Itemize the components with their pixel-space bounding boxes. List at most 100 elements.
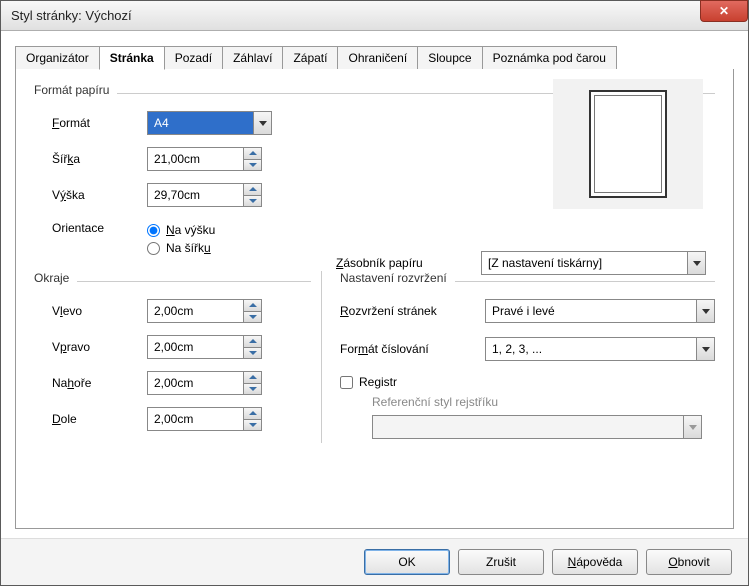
group-label-margins: Okraje [34, 271, 69, 285]
spin-right-value: 2,00cm [154, 340, 243, 354]
content-area: Organizátor Stránka Pozadí Záhlaví Zápat… [1, 31, 748, 538]
label-numbering: Formát číslování [340, 342, 485, 356]
spin-right[interactable]: 2,00cm [147, 335, 262, 359]
margins-column: Okraje Vlevo 2,00cm Vpravo 2,00cm [34, 271, 311, 443]
spin-width-value: 21,00cm [154, 152, 243, 166]
spin-left-up[interactable] [244, 300, 261, 311]
combo-format-value: A4 [148, 112, 253, 134]
titlebar: Styl stránky: Výchozí ✕ [1, 1, 748, 31]
spin-top-value: 2,00cm [154, 376, 243, 390]
tab-organizator[interactable]: Organizátor [15, 46, 100, 69]
combo-numbering[interactable]: 1, 2, 3, ... [485, 337, 715, 361]
label-bottom: Dole [52, 412, 147, 426]
checkbox-register[interactable] [340, 376, 353, 389]
label-pagelayout: Rozvržení stránek [340, 304, 485, 318]
chevron-up-icon [249, 151, 257, 155]
tab-strip: Organizátor Stránka Pozadí Záhlaví Zápat… [15, 46, 734, 70]
tab-sloupce[interactable]: Sloupce [417, 46, 482, 69]
spin-bottom-down[interactable] [244, 419, 261, 431]
chevron-up-icon [249, 303, 257, 307]
label-left: Vlevo [52, 304, 147, 318]
window-title: Styl stránky: Výchozí [11, 8, 132, 23]
combo-pagelayout-value: Pravé i levé [486, 300, 696, 322]
help-button[interactable]: Nápověda [552, 549, 638, 575]
chevron-down-icon [702, 309, 710, 314]
combo-tray-button[interactable] [687, 252, 705, 274]
orientation-group: Na výšku Na šířku [147, 219, 215, 259]
tab-poznamka[interactable]: Poznámka pod čarou [482, 46, 617, 69]
chevron-up-icon [249, 411, 257, 415]
spin-width-down[interactable] [244, 159, 261, 171]
spin-left[interactable]: 2,00cm [147, 299, 262, 323]
chevron-up-icon [249, 375, 257, 379]
ok-button[interactable]: OK [364, 549, 450, 575]
radio-landscape[interactable] [147, 242, 160, 255]
combo-format[interactable]: A4 [147, 111, 272, 135]
spin-height-down[interactable] [244, 195, 261, 207]
tab-ohraniceni[interactable]: Ohraničení [337, 46, 418, 69]
spin-right-up[interactable] [244, 336, 261, 347]
spin-height-value: 29,70cm [154, 188, 243, 202]
spin-height-up[interactable] [244, 184, 261, 195]
label-landscape: Na šířku [166, 241, 211, 255]
layout-column: Nastavení rozvržení Rozvržení stránek Pr… [321, 271, 715, 443]
label-height: Výška [52, 188, 147, 202]
combo-pagelayout-button[interactable] [696, 300, 714, 322]
combo-tray[interactable]: [Z nastavení tiskárny] [481, 251, 706, 275]
page-preview [553, 79, 703, 209]
spin-left-down[interactable] [244, 311, 261, 323]
spin-top-down[interactable] [244, 383, 261, 395]
combo-refstyle [372, 415, 702, 439]
button-bar: OK Zrušit Nápověda Obnovit [1, 538, 748, 585]
chevron-down-icon [259, 121, 267, 126]
spin-top-up[interactable] [244, 372, 261, 383]
group-label-layout: Nastavení rozvržení [340, 271, 447, 285]
spin-height[interactable]: 29,70cm [147, 183, 262, 207]
group-label-paper: Formát papíru [34, 83, 109, 97]
group-rule [455, 281, 715, 282]
chevron-down-icon [249, 163, 257, 167]
spin-right-down[interactable] [244, 347, 261, 359]
label-tray: Zásobník papíru [336, 256, 481, 270]
chevron-down-icon [249, 351, 257, 355]
label-format: Formát [52, 116, 147, 130]
label-refstyle: Referenční styl rejstříku [372, 395, 715, 409]
combo-pagelayout[interactable]: Pravé i levé [485, 299, 715, 323]
spin-top[interactable]: 2,00cm [147, 371, 262, 395]
spin-bottom-value: 2,00cm [154, 412, 243, 426]
close-button[interactable]: ✕ [700, 0, 748, 22]
combo-numbering-value: 1, 2, 3, ... [486, 338, 696, 360]
combo-format-button[interactable] [253, 112, 271, 134]
chevron-down-icon [693, 261, 701, 266]
chevron-up-icon [249, 187, 257, 191]
label-portrait: Na výšku [166, 223, 215, 237]
chevron-down-icon [249, 387, 257, 391]
cancel-button[interactable]: Zrušit [458, 549, 544, 575]
chevron-up-icon [249, 339, 257, 343]
tab-zapati[interactable]: Zápatí [282, 46, 338, 69]
group-margins: Okraje [34, 271, 311, 291]
spin-width-up[interactable] [244, 148, 261, 159]
tab-pozadi[interactable]: Pozadí [164, 46, 223, 69]
tab-stranka[interactable]: Stránka [99, 46, 165, 70]
chevron-down-icon [249, 315, 257, 319]
tab-panel: Formát papíru Formát A4 Šířka 21,00cm [15, 69, 734, 529]
reset-button[interactable]: Obnovit [646, 549, 732, 575]
spin-bottom[interactable]: 2,00cm [147, 407, 262, 431]
spin-bottom-up[interactable] [244, 408, 261, 419]
combo-refstyle-button [683, 416, 701, 438]
dialog-window: Styl stránky: Výchozí ✕ Organizátor Strá… [0, 0, 749, 586]
tab-zahlavi[interactable]: Záhlaví [222, 46, 283, 69]
radio-portrait[interactable] [147, 224, 160, 237]
chevron-down-icon [689, 425, 697, 430]
label-register: Registr [359, 375, 397, 389]
combo-numbering-button[interactable] [696, 338, 714, 360]
combo-refstyle-value [373, 416, 683, 438]
combo-tray-value: [Z nastavení tiskárny] [482, 252, 687, 274]
spin-left-value: 2,00cm [154, 304, 243, 318]
spin-width[interactable]: 21,00cm [147, 147, 262, 171]
group-rule [77, 281, 311, 282]
label-orientation: Orientace [52, 219, 147, 235]
close-icon: ✕ [719, 4, 729, 18]
chevron-down-icon [249, 423, 257, 427]
